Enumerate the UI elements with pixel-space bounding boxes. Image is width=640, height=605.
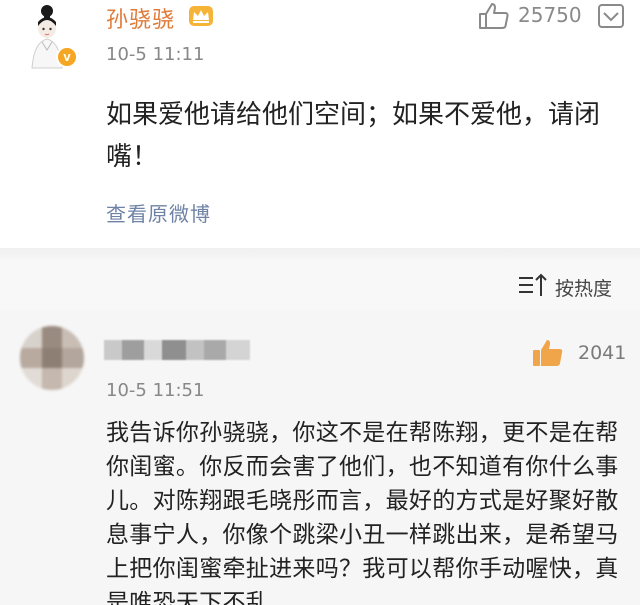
crown-icon — [189, 6, 213, 26]
sort-label[interactable]: 按热度 — [555, 274, 612, 301]
comment-text: 如果爱他请给他们空间；如果不爱他，请闭嘴！ — [106, 100, 601, 172]
sort-bar: 按热度 — [0, 260, 640, 310]
like-count: 2041 — [578, 342, 627, 364]
thumbs-up-icon[interactable] — [478, 2, 510, 30]
like-count: 25750 — [518, 3, 582, 27]
username-blurred[interactable] — [104, 340, 250, 360]
comment-text: 我告诉你孙骁骁，你这不是在帮陈翔，更不是在帮你闺蜜。你反而会害了他们，也不知道有… — [106, 420, 619, 605]
top-comment: v 孙骁骁 10-5 11:11 25750 如果爱他请给他们空间；如果不爱他，… — [0, 0, 640, 248]
comment-item: 2041 10-5 11:51 我告诉你孙骁骁，你这不是在帮陈翔，更不是在帮你闺… — [0, 310, 640, 605]
more-icon[interactable] — [598, 4, 624, 28]
avatar-blurred[interactable] — [20, 326, 84, 390]
view-original-link[interactable]: 查看原微博 — [106, 198, 211, 227]
thumbs-up-icon[interactable] — [532, 338, 564, 368]
divider — [0, 248, 640, 260]
timestamp: 10-5 11:11 — [106, 44, 205, 65]
verified-badge: v — [56, 46, 78, 68]
username[interactable]: 孙骁骁 — [106, 2, 175, 34]
timestamp: 10-5 11:51 — [106, 380, 205, 401]
sort-icon[interactable] — [517, 272, 551, 298]
